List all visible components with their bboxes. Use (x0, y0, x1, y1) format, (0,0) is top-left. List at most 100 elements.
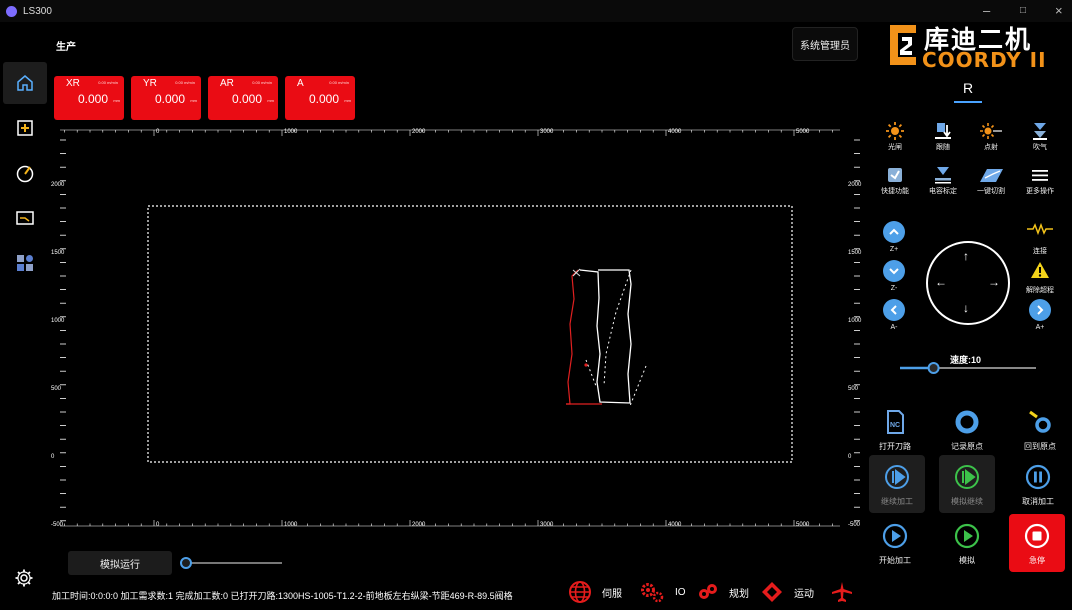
axis-rate: 0.00 m/min (329, 80, 349, 85)
chevron-left-icon (890, 305, 897, 315)
tool-label: 光闸 (888, 144, 902, 151)
simulate-resume-button[interactable]: 模拟继续 (939, 455, 995, 513)
release-limit-label: 解除超程 (1026, 287, 1054, 294)
slider-handle[interactable] (927, 362, 940, 374)
sidebar-item-home[interactable] (3, 62, 47, 104)
resume-process-button[interactable]: 继续加工 (869, 455, 925, 513)
ruler-tick-label: 500 (51, 386, 62, 392)
sun-icon (886, 122, 904, 140)
crosshair-panel-icon (17, 120, 33, 136)
ruler-tick-label: 1500 (848, 250, 862, 256)
slider-handle[interactable] (180, 557, 192, 569)
start-process-button[interactable]: 开始加工 (867, 514, 923, 572)
axis-value: 0.000 (308, 92, 339, 106)
maximize-button[interactable]: □ (1020, 5, 1026, 16)
tool-capacitance-calibration[interactable]: 电容标定 (921, 164, 965, 196)
user-button[interactable]: 系统管理员 (792, 27, 858, 61)
status-text: 加工时间:0:0:0:0 加工需求数:1 完成加工数:0 已打开刀路:1300H… (52, 591, 513, 601)
tool-label: 更多操作 (1026, 188, 1054, 195)
cancel-process-button[interactable]: 取消加工 (1010, 455, 1066, 513)
rulers: 0 1000 2000 3000 4000 50000 1000 2000 3000 4000 50… (51, 129, 862, 528)
motion-label: 运动 (794, 588, 814, 600)
sidebar (0, 62, 50, 287)
action-label: 继续加工 (881, 497, 913, 506)
a-minus-button[interactable] (883, 299, 905, 321)
direction-pad: ↑ ↓ ← → (926, 241, 1010, 325)
simulate-button[interactable]: 模拟 (939, 514, 995, 572)
capacitance-calibration-icon (935, 167, 951, 184)
ruler-tick-label: -500 (51, 522, 64, 528)
axis-name: YR (143, 78, 157, 89)
ruler-tick-label: 0 (848, 454, 852, 460)
servo-status[interactable]: 伺服 (568, 580, 622, 604)
gear-icon (15, 569, 33, 587)
jog-down-button[interactable]: ↓ (963, 301, 969, 315)
alarm-status[interactable] (830, 580, 854, 604)
action-label: 急停 (1029, 556, 1045, 565)
z-minus-label: Z- (890, 285, 898, 292)
page-title: 生产 (56, 42, 76, 53)
axis-rate: 0.00 m/min (98, 80, 118, 85)
tab-r[interactable]: R (954, 80, 982, 103)
a-plus-button[interactable] (1029, 299, 1051, 321)
tool-more[interactable]: 更多操作 (1018, 164, 1062, 196)
z-minus-button[interactable] (883, 260, 905, 282)
record-origin-button[interactable]: 记录原点 (939, 402, 995, 460)
open-toolpath-button[interactable]: NC 打开刀路 (867, 402, 923, 460)
action-label: 模拟 (959, 556, 975, 565)
sidebar-item-apps[interactable] (3, 242, 47, 284)
logo-mark-icon (890, 25, 916, 65)
compass-icon (16, 165, 34, 183)
tool-one-key-cut[interactable]: 一键切割 (969, 164, 1013, 196)
jog-up-button[interactable]: ↑ (963, 249, 969, 263)
sidebar-item-process[interactable] (3, 107, 47, 149)
tool-spot-shot[interactable]: 点射 (969, 120, 1013, 152)
ruler-tick-label: 5000 (796, 522, 810, 528)
axis-value: 0.000 (77, 92, 108, 106)
app-icon (6, 5, 17, 17)
ruler-tick-label: -500 (848, 522, 861, 528)
gears-icon (641, 583, 664, 603)
connect-button[interactable] (1026, 222, 1054, 241)
title-bar: LS300 – □ × (0, 0, 1072, 22)
axis-card: AR 0.00 m/min 0.000 mm (208, 76, 278, 120)
nc-file-icon: NC (887, 410, 904, 434)
motion-icon (762, 582, 782, 602)
tool-blow[interactable]: 吹气 (1018, 120, 1062, 152)
a-minus-label: A- (890, 324, 898, 331)
motion-status[interactable]: 运动 (760, 580, 814, 604)
z-plus-button[interactable] (883, 221, 905, 243)
speed-slider[interactable] (898, 362, 1038, 374)
ruler-tick-label: 2000 (412, 129, 426, 135)
tool-quick-function[interactable]: 快捷功能 (873, 164, 917, 196)
toolpath (566, 268, 647, 407)
simulate-run-button[interactable]: 模拟运行 (68, 551, 172, 575)
plan-status[interactable]: 规划 (697, 580, 749, 604)
emergency-stop-button[interactable]: 急停 (1009, 514, 1065, 572)
window-title: LS300 (23, 5, 52, 17)
monitor-icon (16, 211, 34, 225)
ruler-tick-label: 5000 (796, 129, 810, 135)
io-status[interactable]: IO (639, 580, 686, 604)
action-label: 取消加工 (1022, 497, 1054, 506)
tool-follow[interactable]: 跟随 (921, 120, 965, 152)
apps-icon (17, 255, 33, 271)
close-button[interactable]: × (1055, 3, 1063, 18)
action-label: 开始加工 (879, 556, 911, 565)
tool-shutter[interactable]: 光闸 (873, 120, 917, 152)
jog-right-button[interactable]: → (988, 275, 1000, 289)
ruler-tick-label: 500 (848, 386, 859, 392)
chevron-right-icon (1037, 305, 1044, 315)
sim-speed-slider[interactable] (180, 557, 284, 569)
jog-left-button[interactable]: ← (935, 275, 947, 289)
settings-button[interactable] (14, 568, 34, 593)
toolpath-canvas[interactable]: 0 1000 2000 3000 4000 5000 0 1000 2000 3000 4000 50… (50, 124, 870, 534)
sidebar-item-monitor[interactable] (3, 197, 47, 239)
return-origin-button[interactable]: 回到原点 (1012, 402, 1068, 460)
sidebar-item-calibrate[interactable] (3, 152, 47, 194)
axis-card: XR 0.00 m/min 0.000 mm (54, 76, 124, 120)
release-limit-button[interactable] (1030, 261, 1050, 284)
minimize-button[interactable]: – (983, 3, 990, 18)
tool-label: 一键切割 (977, 188, 1005, 195)
z-plus-label: Z+ (889, 246, 899, 253)
